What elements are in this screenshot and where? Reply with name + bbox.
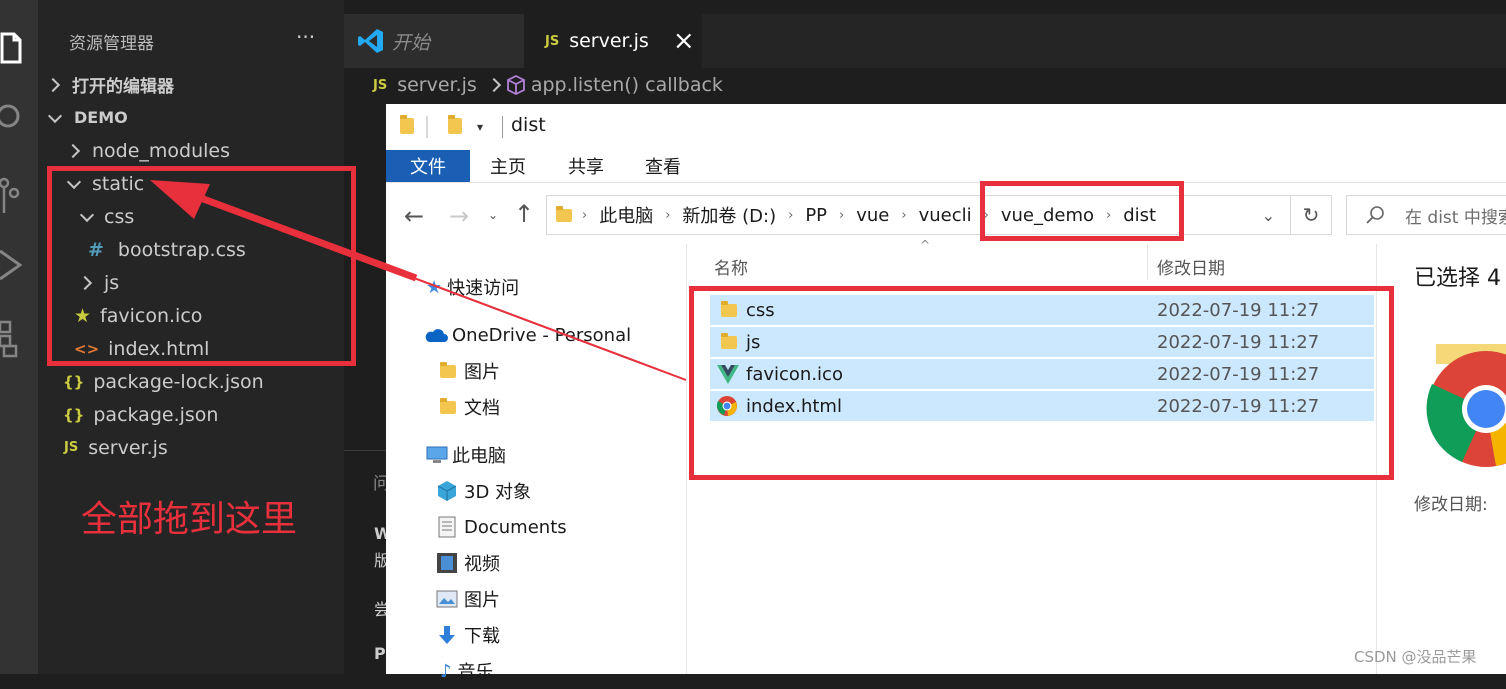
drag-arrow	[150, 180, 687, 381]
